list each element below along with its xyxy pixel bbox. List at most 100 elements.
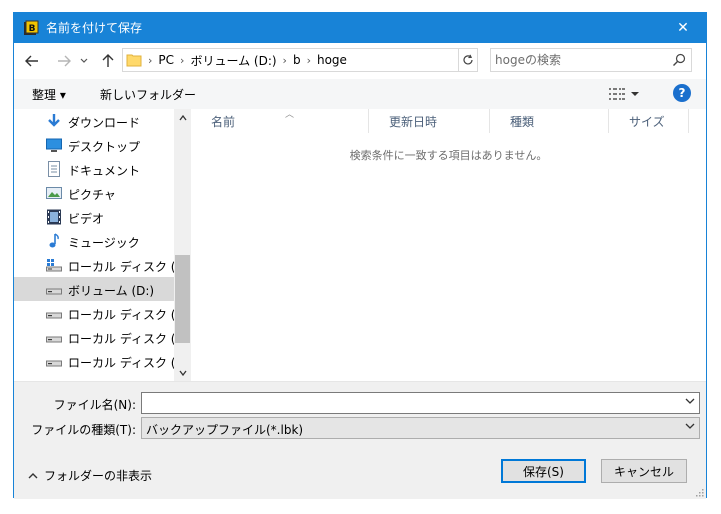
chevron-up-icon: [178, 114, 187, 120]
close-icon: ✕: [677, 20, 689, 36]
save-button[interactable]: 保存(S): [501, 459, 586, 483]
chevron-up-icon: [28, 473, 38, 479]
navigation-pane[interactable]: ダウンロード デスクトップ ドキュメント ピクチャビデオミュージックローカル ディスク…: [14, 109, 174, 381]
hide-folders-label: フォルダーの非表示: [44, 469, 153, 483]
breadcrumb-hoge[interactable]: hoge: [312, 53, 352, 67]
save-as-dialog: B 名前を付けて保存 ✕ › PC › ボリューム (D:) › b › hog…: [13, 12, 707, 499]
forward-button[interactable]: [55, 52, 73, 70]
nav-item-label: ローカル ディスク (E:): [68, 308, 174, 322]
change-view-button[interactable]: [609, 85, 647, 103]
svg-text:B: B: [29, 24, 36, 34]
refresh-button[interactable]: [458, 48, 478, 72]
drive-icon: [46, 281, 62, 297]
close-button[interactable]: ✕: [660, 13, 706, 43]
breadcrumb-pc[interactable]: PC: [153, 53, 179, 67]
filename-input[interactable]: [145, 395, 675, 411]
folder-icon: [126, 54, 142, 67]
title-bar: B 名前を付けて保存 ✕: [14, 13, 706, 43]
nav-item-label: ローカル ディスク (G:): [68, 356, 174, 370]
details-view-icon: [609, 88, 625, 100]
nav-item[interactable]: ボリューム (D:): [14, 277, 174, 301]
scroll-down-button[interactable]: [174, 364, 191, 381]
column-header-label: 更新日時: [389, 114, 438, 129]
nav-item[interactable]: ローカル ディスク (C:): [14, 253, 174, 277]
empty-message: 検索条件に一致する項目はありません。: [349, 149, 548, 162]
help-icon: ?: [678, 86, 686, 100]
column-header-label: 名前: [211, 114, 236, 129]
scroll-up-button[interactable]: [174, 109, 191, 126]
organize-button[interactable]: 整理 ▾: [32, 86, 66, 103]
arrow-right-icon: [58, 55, 71, 67]
breadcrumb-b[interactable]: b: [288, 53, 306, 67]
nav-item-label: ローカル ディスク (C:): [68, 260, 174, 274]
nav-item-label: ドキュメント: [68, 164, 141, 178]
nav-item[interactable]: デスクトップ: [14, 133, 174, 157]
filename-combobox[interactable]: [141, 392, 700, 414]
system-drive-icon: [46, 257, 62, 273]
sort-arrow-icon: ︿: [285, 110, 295, 120]
filename-label: ファイル名(N):: [53, 398, 136, 412]
address-row: › PC › ボリューム (D:) › b › hoge: [14, 43, 706, 79]
chevron-down-icon: [80, 58, 88, 63]
recent-locations-button[interactable]: [78, 52, 90, 70]
chevron-down-icon: [178, 370, 187, 376]
refresh-icon: [463, 54, 473, 65]
window-title: 名前を付けて保存: [46, 21, 143, 35]
file-list[interactable]: ︿ 名前 更新日時 種類 サイズ 検索条件に一致する項目はありません。: [191, 109, 706, 381]
nav-item[interactable]: ダウンロード: [14, 109, 174, 133]
drive-icon: [46, 353, 62, 369]
address-bar[interactable]: › PC › ボリューム (D:) › b › hoge: [122, 48, 478, 72]
hide-folders-toggle[interactable]: フォルダーの非表示: [28, 467, 152, 484]
pictures-icon: [46, 185, 62, 201]
up-button[interactable]: [99, 52, 117, 70]
chevron-down-icon: [685, 423, 695, 429]
content-area: ダウンロード デスクトップ ドキュメント ピクチャビデオミュージックローカル ディスク…: [14, 109, 706, 381]
save-form: ファイル名(N): ファイルの種類(T): バックアップファイル(*.lbk) …: [14, 381, 706, 499]
nav-item-label: ミュージック: [68, 236, 140, 250]
back-button[interactable]: [23, 52, 41, 70]
nav-item-label: ダウンロード: [68, 116, 141, 130]
nav-item-label: ボリューム (D:): [68, 284, 155, 298]
nav-item-label: デスクトップ: [68, 140, 141, 154]
documents-icon: [46, 161, 62, 177]
nav-item[interactable]: ローカル ディスク (F:): [14, 325, 174, 349]
search-input[interactable]: [495, 51, 665, 69]
filetype-label: ファイルの種類(T):: [31, 423, 136, 437]
column-header-modified[interactable]: 更新日時: [369, 109, 490, 133]
drive-icon: [46, 305, 62, 321]
nav-item-label: ピクチャ: [68, 188, 116, 202]
arrow-up-icon: [102, 54, 114, 67]
nav-item[interactable]: ローカル ディスク (G:): [14, 349, 174, 373]
search-box[interactable]: [490, 48, 692, 72]
nav-item[interactable]: ドキュメント: [14, 157, 174, 181]
resize-grip-icon[interactable]: [694, 487, 704, 497]
dropdown-caret-icon: [631, 92, 639, 96]
videos-icon: [46, 209, 62, 225]
arrow-left-icon: [25, 55, 38, 67]
scrollbar-thumb[interactable]: [175, 255, 190, 343]
cancel-button[interactable]: キャンセル: [601, 459, 687, 483]
nav-item[interactable]: ピクチャ: [14, 181, 174, 205]
navigation-scrollbar[interactable]: [174, 109, 191, 381]
filetype-select[interactable]: バックアップファイル(*.lbk): [141, 417, 700, 439]
command-bar: 整理 ▾ 新しいフォルダー ?: [14, 79, 706, 109]
help-button[interactable]: ?: [673, 84, 691, 102]
desktop-icon: [46, 137, 62, 153]
column-header-size[interactable]: サイズ: [609, 109, 689, 133]
search-icon: [673, 53, 686, 66]
column-header-name[interactable]: ︿ 名前: [191, 109, 369, 133]
nav-item[interactable]: ミュージック: [14, 229, 174, 253]
new-folder-button[interactable]: 新しいフォルダー: [100, 86, 196, 103]
music-icon: [46, 233, 62, 249]
column-header-type[interactable]: 種類: [490, 109, 609, 133]
nav-item[interactable]: ローカル ディスク (E:): [14, 301, 174, 325]
nav-item[interactable]: ビデオ: [14, 205, 174, 229]
breadcrumb: › PC › ボリューム (D:) › b › hoge: [147, 49, 352, 71]
filetype-selected-value: バックアップファイル(*.lbk): [146, 423, 304, 437]
chevron-down-icon[interactable]: [685, 398, 695, 405]
nav-item-label: ビデオ: [68, 212, 105, 226]
download-icon: [46, 113, 62, 129]
column-header-label: 種類: [510, 114, 535, 129]
column-header-label: サイズ: [629, 114, 665, 129]
breadcrumb-volume-d[interactable]: ボリューム (D:): [185, 52, 281, 69]
